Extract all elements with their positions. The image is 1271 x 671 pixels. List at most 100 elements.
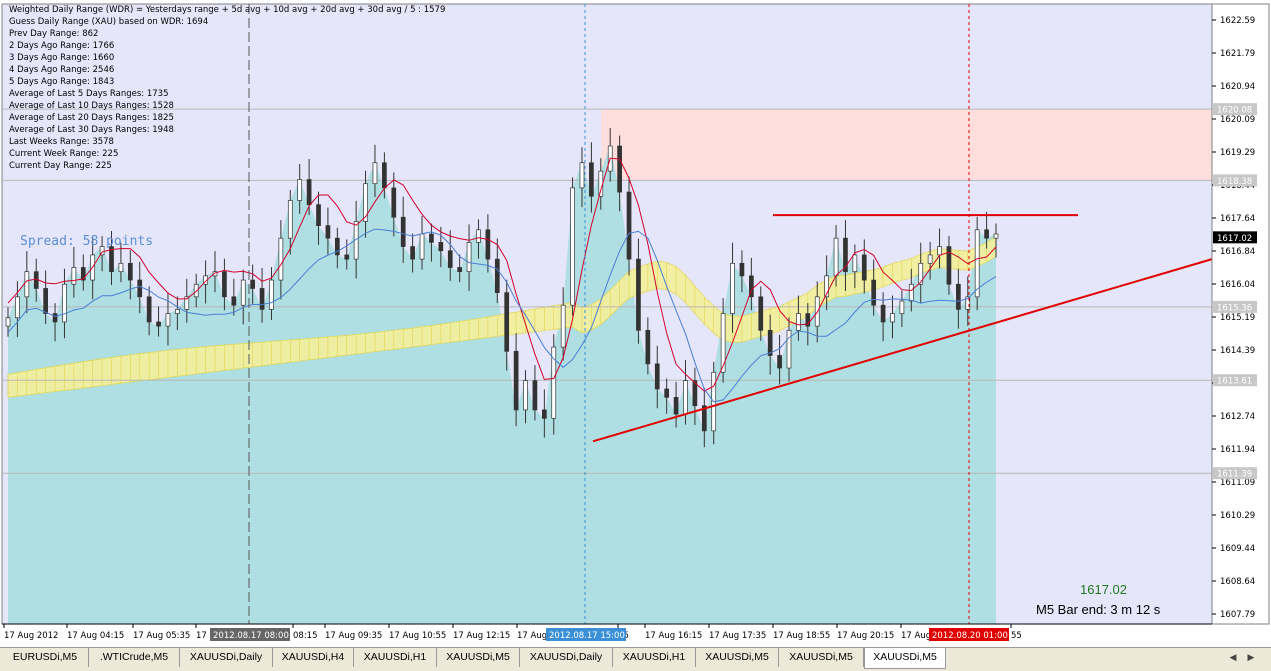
y-tick-label: 1621.79 <box>1220 49 1255 59</box>
tab-scroll-right-icon[interactable]: ▶ <box>1244 651 1258 665</box>
x-tick-label: 17 Aug 2012 <box>4 631 58 641</box>
candle-body <box>833 237 839 277</box>
candle-body <box>250 279 255 289</box>
chart-tab[interactable]: XAUUSDi,M5 <box>437 648 520 667</box>
candle-body <box>617 145 622 193</box>
chart-tab[interactable]: XAUUSDi,H4 <box>273 648 354 667</box>
tab-scroll-left-icon[interactable]: ◀ <box>1226 651 1240 665</box>
y-tick-label: 1610.29 <box>1220 511 1255 521</box>
chart-tab[interactable]: XAUUSDi,Daily <box>180 648 273 667</box>
candle-body <box>5 317 11 327</box>
candle-body <box>984 229 989 239</box>
candle-body <box>306 179 312 206</box>
x-highlight-label: 2012.08.20 01:00 <box>932 631 1008 641</box>
y-tick-label: 1608.64 <box>1220 577 1255 587</box>
y-tick-label: 1612.74 <box>1220 412 1255 422</box>
candle-body <box>316 204 321 226</box>
candle-body <box>165 313 171 327</box>
price-level-tag-label: 1611.39 <box>1217 470 1252 480</box>
price-level-tag-label: 1615.36 <box>1217 303 1252 313</box>
candle-body <box>118 262 124 273</box>
candle-body <box>673 397 679 415</box>
candle-body <box>589 162 594 197</box>
chart-tab[interactable]: XAUUSDi,M5 <box>864 648 946 669</box>
y-tick-label: 1611.94 <box>1220 445 1255 455</box>
chart-tab[interactable]: XAUUSDi,M5 <box>696 648 779 667</box>
candle-body <box>730 262 735 314</box>
candle-body <box>15 296 20 319</box>
candle-body <box>287 200 293 239</box>
x-tick-label: 17 Aug 17:35 <box>709 631 766 641</box>
candle-body <box>927 254 933 264</box>
candle-body <box>871 279 877 306</box>
candle-body <box>372 162 378 185</box>
candle-body <box>579 162 585 189</box>
candle-body <box>786 329 792 369</box>
candle-body <box>400 216 406 247</box>
y-tick-label: 1622.59 <box>1220 16 1255 26</box>
y-tick-label: 1614.39 <box>1220 346 1255 356</box>
chart-tab[interactable]: XAUUSDi,H1 <box>613 648 696 667</box>
info-line: 2 Days Ago Range: 1766 <box>9 41 115 51</box>
x-tick-label: 17 Aug 05:35 <box>133 631 190 641</box>
candle-body <box>363 183 368 222</box>
chart-tab[interactable]: EURUSDi,M5 <box>2 648 89 667</box>
candle-body <box>476 229 481 243</box>
candle-body <box>438 242 444 252</box>
y-tick-label: 1617.64 <box>1220 214 1255 224</box>
candle-body <box>890 313 895 323</box>
candle-body <box>918 262 924 285</box>
info-line: Prev Day Range: 862 <box>9 29 99 39</box>
candle-body <box>156 321 161 327</box>
info-line: Last Weeks Range: 3578 <box>9 137 114 147</box>
price-level-tag-label: 1613.61 <box>1217 377 1252 387</box>
candle-body <box>739 262 745 277</box>
candle-body <box>62 283 67 323</box>
candle-body <box>504 292 510 352</box>
x-tick-label: 17 Aug 09:35 <box>325 631 382 641</box>
y-tick-label: 1619.29 <box>1220 148 1255 158</box>
chart-window[interactable]: 1622.59 1621.79 1620.94 1620.09 1619.29 1618.… <box>0 0 1271 671</box>
candle-body <box>956 283 961 310</box>
candle-body <box>269 279 274 310</box>
bar-end-timer: M5 Bar end: 3 m 12 s <box>1036 602 1161 617</box>
candle-body <box>419 233 425 260</box>
x-tick-label: 17 Aug 16:15 <box>645 631 702 641</box>
info-line: Current Day Range: 225 <box>9 161 112 171</box>
candle-body <box>541 409 547 419</box>
y-tick-label: 1607.79 <box>1220 610 1255 620</box>
candle-body <box>654 363 660 390</box>
candle-body <box>852 254 858 273</box>
x-tick-label: 17 Aug <box>517 631 547 641</box>
y-tick-label: 1620.09 <box>1220 115 1255 125</box>
info-line: Average of Last 5 Days Ranges: 1735 <box>9 89 169 99</box>
candle-body <box>429 233 434 243</box>
info-line: Average of Last 30 Days Ranges: 1948 <box>9 125 174 135</box>
chart-tab[interactable]: XAUUSDi,Daily <box>520 648 613 667</box>
price-chart[interactable]: 1622.59 1621.79 1620.94 1620.09 1619.29 1618.… <box>0 0 1271 647</box>
candle-body <box>146 296 152 323</box>
chart-tab[interactable]: XAUUSDi,H1 <box>354 648 437 667</box>
chart-tab[interactable]: .WTICrude,M5 <box>89 648 180 667</box>
info-line: Current Week Range: 225 <box>9 149 119 159</box>
candle-body <box>485 229 491 260</box>
price-level-tag-label: 1618.38 <box>1217 177 1252 187</box>
chart-tab-bar: ◀ ▶ EURUSDi,M5 .WTICrude,M5 XAUUSDi,Daily X… <box>0 647 1271 671</box>
candle-body <box>447 250 453 268</box>
info-line: Average of Last 20 Days Ranges: 1825 <box>9 113 174 123</box>
x-tick-label: 17 Aug 04:15 <box>67 631 124 641</box>
candle-body <box>993 233 999 239</box>
x-tick-label: 08:15 <box>293 631 318 641</box>
y-tick-label: 1620.94 <box>1220 82 1255 92</box>
x-tick-label: 17 Aug <box>901 631 931 641</box>
info-line: Weighted Daily Range (WDR) = Yesterdays … <box>9 5 446 15</box>
candle-body <box>43 288 48 314</box>
candle-body <box>410 246 415 260</box>
candle-body <box>908 283 914 302</box>
y-tick-label: 1616.04 <box>1220 280 1255 290</box>
info-line: Guess Daily Range (XAU) based on WDR: 16… <box>9 17 209 27</box>
info-line: Average of Last 10 Days Ranges: 1528 <box>9 101 174 111</box>
candle-body <box>880 304 886 323</box>
chart-tab[interactable]: XAUUSDi,M5 <box>779 648 864 667</box>
candle-body <box>513 350 519 411</box>
